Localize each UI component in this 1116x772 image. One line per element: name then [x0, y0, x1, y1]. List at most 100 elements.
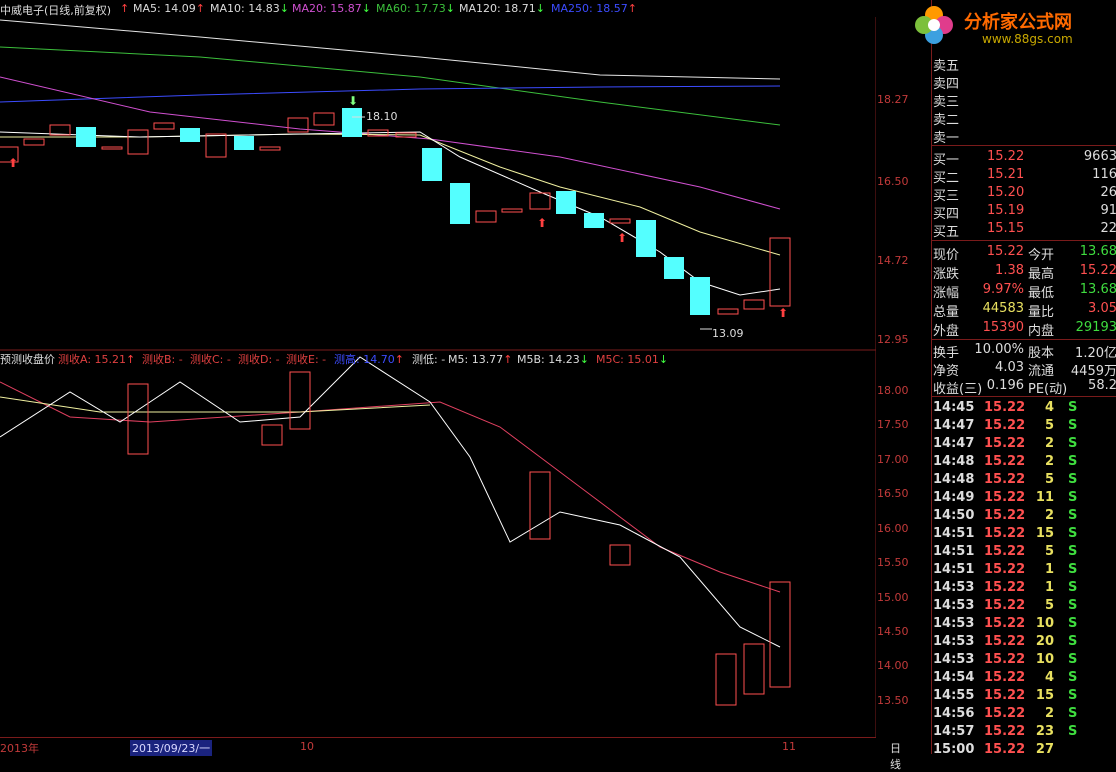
- indicator-tick: 17.00: [877, 453, 909, 466]
- indicator-candle: [609, 544, 631, 566]
- indicator-candle: [289, 371, 311, 430]
- month-label: 11: [782, 740, 796, 753]
- price-tick: 12.95: [877, 333, 909, 346]
- candle: [556, 191, 576, 214]
- candle: [743, 299, 765, 310]
- tick-row: 14:51 15.22 1 S: [933, 562, 1078, 577]
- indicator-tick: 15.00: [877, 591, 909, 604]
- divider: [932, 339, 1116, 340]
- indicator-legend: 预测收盘价 测收A: 15.21↑ 测收B: - 测收C: - 测收D: - 测收E: …: [0, 353, 876, 367]
- tick-row: 14:45 15.22 4 S: [933, 400, 1078, 415]
- price-tick: 14.72: [877, 254, 909, 267]
- tick-row: 14:53 15.22 1 S: [933, 580, 1078, 595]
- quote-row: 外盘 15390 内盘 29193: [933, 320, 1116, 339]
- candle: [450, 183, 470, 224]
- indicator-tick: 16.50: [877, 487, 909, 500]
- tick-row: 14:49 15.22 11 S: [933, 490, 1078, 505]
- tick-row: 14:53 15.22 5 S: [933, 598, 1078, 613]
- fundamental-row: 净资 4.03 流通 4459万: [933, 360, 1116, 379]
- candle: [475, 210, 497, 223]
- m5-line: [0, 356, 781, 648]
- buy-signal-icon: ⬆: [8, 156, 18, 170]
- fundamental-row: 换手 10.00% 股本 1.20亿: [933, 342, 1116, 361]
- indicator-label: 测低: -: [412, 353, 446, 366]
- indicator-candle: [715, 653, 737, 706]
- candle: [180, 128, 200, 142]
- indicator-tick: 18.00: [877, 384, 909, 397]
- tick-row: 14:47 15.22 5 S: [933, 418, 1078, 433]
- buy-signal-icon: ⬆: [617, 231, 627, 245]
- ma-legend-bar: 中威电子(日线,前复权) ↑ MA5: 14.09↑ MA10: 14.83↓ …: [0, 0, 930, 17]
- divider: [932, 240, 1116, 241]
- watermark-url: www.88gs.com: [982, 32, 1073, 46]
- m5c-line: [0, 381, 781, 593]
- ma20-line: [0, 76, 781, 210]
- indicator-tick: 14.50: [877, 625, 909, 638]
- ma20-label: MA20: 15.87↓: [292, 2, 371, 15]
- buy-row: 买一 15.22 9663: [933, 149, 1116, 168]
- candle: [127, 129, 149, 155]
- ma60-label: MA60: 17.73↓: [376, 2, 455, 15]
- ma250-line: [0, 85, 781, 103]
- indicator-label: 测收B: -: [142, 353, 183, 366]
- indicator-candle: [769, 581, 791, 688]
- indicator-candle: [529, 471, 551, 540]
- tick-row: 14:51 15.22 15 S: [933, 526, 1078, 541]
- ma250-label: MA250: 18.57↑: [551, 2, 637, 15]
- tick-row: 14:50 15.22 2 S: [933, 508, 1078, 523]
- candle: [313, 112, 335, 126]
- low-annotation: 13.09: [712, 327, 744, 340]
- quote-row: 现价 15.22 今开 13.68: [933, 244, 1116, 263]
- divider: [932, 396, 1116, 397]
- m5b-line: [0, 396, 431, 413]
- indicator-candles: [127, 371, 791, 706]
- candle: [584, 213, 604, 228]
- candle: [76, 127, 96, 147]
- price-tick: 18.27: [877, 93, 909, 106]
- month-label: 10: [300, 740, 314, 753]
- indicator-label: 测收C: -: [190, 353, 231, 366]
- ma5-line: [0, 131, 781, 296]
- watermark-site: 分析家公式网: [964, 12, 1072, 33]
- tick-row: 14:55 15.22 15 S: [933, 688, 1078, 703]
- indicator-label: M5C: 15.01↓: [596, 353, 669, 366]
- candle: [153, 122, 175, 130]
- watermark: 分析家公式网 www.88gs.com: [912, 0, 1116, 50]
- indicator-tick: 14.00: [877, 659, 909, 672]
- indicator-tick: 13.50: [877, 694, 909, 707]
- price-tick: 16.50: [877, 175, 909, 188]
- ma120-label: MA120: 18.71↓: [459, 2, 545, 15]
- candle: [609, 218, 631, 224]
- time-axis: 2013年 2013/09/23/一 10 11 日线: [0, 737, 901, 771]
- quote-row: 涨跌 1.38 最高 15.22: [933, 263, 1116, 282]
- tick-row: 14:56 15.22 2 S: [933, 706, 1078, 721]
- buy-signal-icon: ⬆: [778, 306, 788, 320]
- ma10-line: [0, 133, 781, 256]
- candle: [690, 277, 710, 315]
- quote-panel: 分析家公式网 www.88gs.com 卖五 卖四 卖三 卖二 卖一 买一 15.22 96…: [915, 0, 1116, 757]
- tick-row: 14:53 15.22 10 S: [933, 616, 1078, 631]
- tick-row: 14:51 15.22 5 S: [933, 544, 1078, 559]
- indicator-tick: 16.00: [877, 522, 909, 535]
- candle: [287, 117, 309, 133]
- chart-canvas[interactable]: ⬆ ⬇ ⬆ ⬆ ⬆ 18.10 13.09: [0, 17, 876, 737]
- candle: [636, 220, 656, 257]
- ma10-label: MA10: 14.83↓: [210, 2, 289, 15]
- indicator-label: M5: 13.77↑: [448, 353, 513, 366]
- indicator-tick: 17.50: [877, 418, 909, 431]
- tick-row: 15:00 15.22 27: [933, 742, 1054, 757]
- y-axis: 18.27 16.50 14.72 12.95 18.00 17.50 17.0…: [876, 0, 931, 754]
- tick-row: 14:48 15.22 5 S: [933, 472, 1078, 487]
- indicator-label: 测收E: -: [286, 353, 327, 366]
- flower-logo-icon: [915, 6, 953, 44]
- chart-title: 中威电子(日线,前复权): [0, 4, 112, 17]
- buy-row: 买五 15.15 22: [933, 221, 1116, 240]
- up-arrow-icon: ↑: [120, 2, 130, 15]
- quote-row: 总量 44583 量比 3.05: [933, 301, 1116, 320]
- tick-row: 14:48 15.22 2 S: [933, 454, 1078, 469]
- indicator-candle: [743, 643, 765, 695]
- buy-row: 买二 15.21 116: [933, 167, 1116, 186]
- high-annotation: 18.10: [366, 110, 398, 123]
- period-label[interactable]: 日线: [890, 740, 901, 772]
- indicator-candle: [261, 424, 283, 446]
